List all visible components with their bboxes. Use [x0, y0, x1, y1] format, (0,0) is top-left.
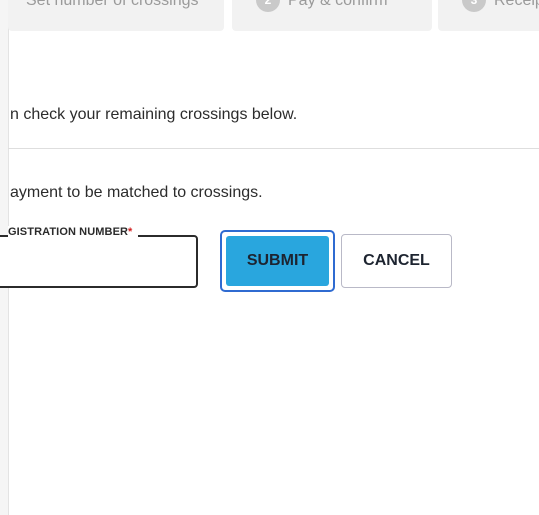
submit-button[interactable]: SUBMIT [226, 236, 329, 286]
step-2-number: 2 [256, 0, 280, 12]
registration-label-text: GISTRATION NUMBER [8, 226, 129, 238]
registration-number-input[interactable] [12, 254, 191, 280]
divider [8, 148, 539, 149]
instruction-text: ayment to be matched to crossings. [10, 184, 263, 201]
required-asterisk: * [128, 226, 133, 238]
step-2-label: Pay & confirm [288, 0, 388, 9]
step-tab-2[interactable]: 2 Pay & confirm [232, 0, 432, 31]
page: Set number of crossings 2 Pay & confirm … [0, 0, 539, 515]
step-tab-1[interactable]: Set number of crossings [8, 0, 224, 31]
intro-text: n check your remaining crossings below. [10, 106, 298, 123]
cancel-button[interactable]: CANCEL [341, 234, 452, 288]
step-1-label: Set number of crossings [26, 0, 199, 9]
step-3-label: Receipt [494, 0, 539, 9]
step-3-number: 3 [462, 0, 486, 12]
registration-number-label: GISTRATION NUMBER* [8, 226, 139, 238]
step-tabs: Set number of crossings 2 Pay & confirm … [8, 0, 539, 31]
step-tab-3[interactable]: 3 Receipt [438, 0, 539, 31]
submit-focus-ring: SUBMIT [220, 230, 335, 292]
